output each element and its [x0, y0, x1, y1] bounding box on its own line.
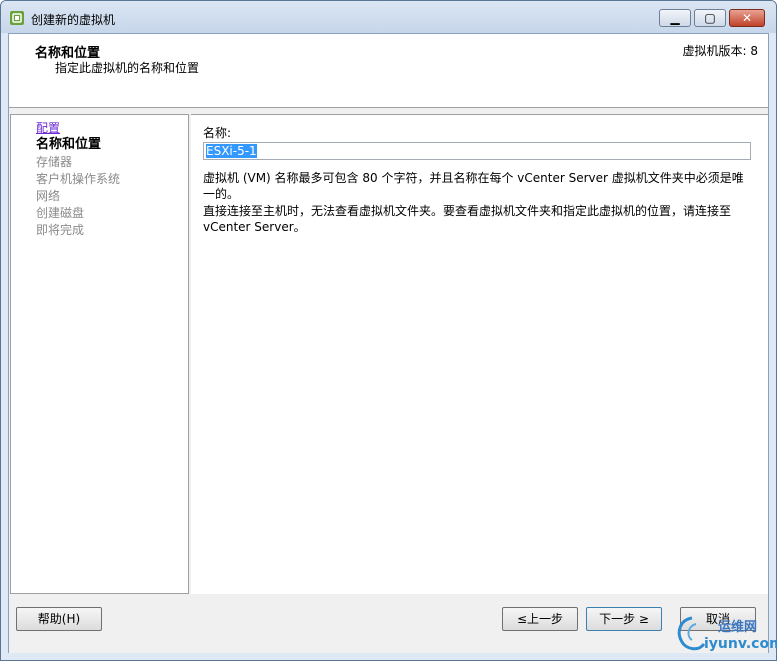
- step-guest-os: 客户机操作系统: [36, 172, 121, 186]
- title-bar[interactable]: 创建新的虚拟机 ▁ ▢ ✕: [1, 1, 776, 33]
- site-watermark: 运维网 iyunv.com: [674, 614, 777, 658]
- watermark-cn-text: 运维网: [718, 620, 758, 635]
- step-configuration[interactable]: 配置: [36, 120, 60, 136]
- step-storage: 存储器: [36, 155, 73, 169]
- vm-name-value: ESXi-5-1: [206, 144, 257, 158]
- wizard-steps-panel: 配置 名称和位置 存储器 客户机操作系统 网络 创建磁盘 即将完成: [10, 114, 189, 594]
- vm-version-label: 虚拟机版本: 8: [682, 44, 759, 58]
- step-network: 网络: [36, 189, 61, 203]
- wizard-content: 名称和位置 指定此虚拟机的名称和位置 虚拟机版本: 8 配置 名称和位置 存储器…: [8, 33, 769, 653]
- minimize-icon: ▁: [670, 11, 680, 25]
- step-ready-to-complete: 即将完成: [36, 223, 85, 237]
- step-create-disk: 创建磁盘: [36, 206, 85, 220]
- back-button[interactable]: ≤上一步: [502, 607, 578, 631]
- help-button[interactable]: 帮助(H): [16, 607, 102, 631]
- vsphere-app-icon: [10, 11, 24, 25]
- step-name-location: 名称和位置: [36, 137, 102, 152]
- wizard-footer: 帮助(H) ≤上一步 下一步 ≥ 取消: [9, 595, 768, 653]
- name-field-label: 名称:: [203, 126, 232, 140]
- window-title: 创建新的虚拟机: [31, 13, 116, 27]
- watermark-en-text: iyunv.com: [704, 636, 777, 652]
- name-rules-text: 虚拟机 (VM) 名称最多可包含 80 个字符，并且名称在每个 vCenter …: [203, 171, 744, 201]
- vm-name-input[interactable]: ESXi-5-1: [203, 142, 751, 160]
- page-subtitle: 指定此虚拟机的名称和位置: [55, 61, 200, 75]
- maximize-button[interactable]: ▢: [694, 9, 726, 27]
- minimize-button[interactable]: ▁: [659, 9, 691, 27]
- next-button[interactable]: 下一步 ≥: [586, 607, 662, 631]
- name-location-panel: 名称: ESXi-5-1 虚拟机 (VM) 名称最多可包含 80 个字符，并且名…: [191, 114, 768, 594]
- wizard-body: 配置 名称和位置 存储器 客户机操作系统 网络 创建磁盘 即将完成 名称: ES…: [9, 108, 768, 594]
- close-button[interactable]: ✕: [729, 9, 765, 27]
- wizard-window: 创建新的虚拟机 ▁ ▢ ✕ 名称和位置 指定此虚拟机的名称和位置 虚拟机版本: …: [0, 0, 777, 661]
- folder-info-text: 直接连接至主机时，无法查看虚拟机文件夹。要查看虚拟机文件夹和指定此虚拟机的位置，…: [203, 204, 732, 234]
- maximize-icon: ▢: [704, 11, 716, 25]
- close-icon: ✕: [741, 11, 753, 25]
- wizard-header: 名称和位置 指定此虚拟机的名称和位置 虚拟机版本: 8: [9, 34, 768, 108]
